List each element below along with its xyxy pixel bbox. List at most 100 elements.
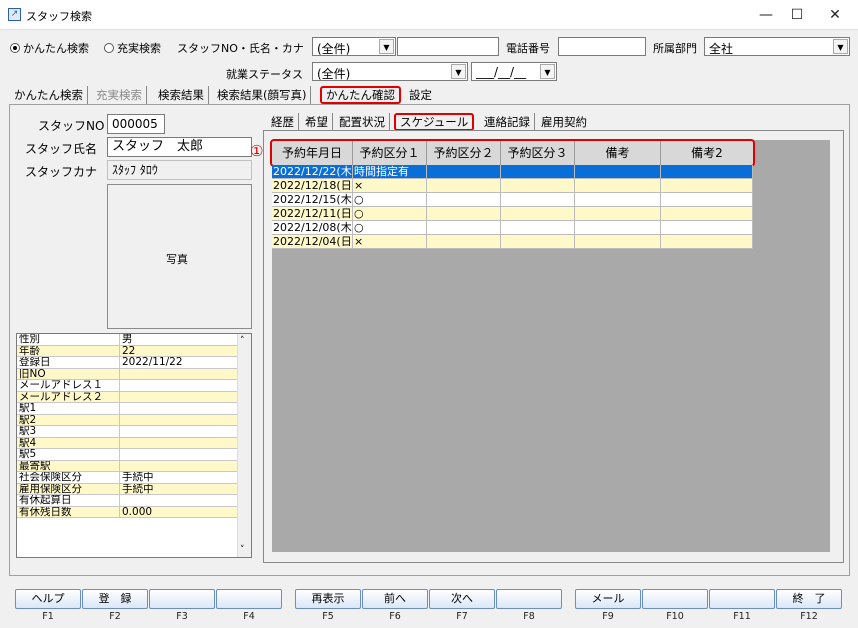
col-header-note2[interactable]: 備考2 [661, 141, 753, 165]
info-key: 駅2 [17, 414, 120, 425]
tab-preferences[interactable]: 希望 [301, 113, 333, 131]
date-combo[interactable]: ___/__/__ ▼ [471, 62, 557, 81]
status-label: 就業ステータス [226, 68, 303, 81]
schedule-cell[interactable]: 2022/12/15(木) [272, 193, 353, 207]
fkey-f2-button[interactable]: 登 録 [82, 589, 148, 609]
staff-search-input[interactable] [397, 37, 499, 56]
chevron-up-icon[interactable]: ˄ [240, 336, 245, 346]
col-header-date[interactable]: 予約年月日 [272, 141, 353, 165]
schedule-cell[interactable] [427, 193, 501, 207]
info-row: 駅1 [17, 403, 238, 415]
tab-quick-check[interactable]: かんたん確認 [320, 86, 401, 104]
tab-contact-log[interactable]: 連絡記録 [480, 113, 535, 131]
fkey-f12-button[interactable]: 終 了 [776, 589, 842, 609]
schedule-cell[interactable] [501, 179, 575, 193]
mode-simple-radio[interactable]: かんたん検索 [10, 40, 89, 56]
tab-full-search[interactable]: 充実検索 [92, 86, 147, 104]
schedule-cell[interactable] [427, 235, 501, 249]
schedule-cell[interactable] [661, 235, 753, 249]
fkey-f1-button[interactable]: ヘルプ [15, 589, 81, 609]
schedule-cell[interactable] [575, 235, 661, 249]
schedule-cell[interactable] [661, 207, 753, 221]
schedule-cell[interactable] [501, 207, 575, 221]
dept-label: 所属部門 [653, 42, 697, 55]
chevron-down-icon[interactable]: ▼ [833, 39, 848, 54]
fkey-f6-button[interactable]: 前へ [362, 589, 428, 609]
tab-employment-contract[interactable]: 雇用契約 [537, 113, 591, 131]
fkey-f3-button[interactable] [149, 589, 215, 609]
schedule-cell[interactable]: 2022/12/18(日) [272, 179, 353, 193]
fkey-f5-button[interactable]: 再表示 [295, 589, 361, 609]
schedule-cell[interactable] [501, 165, 575, 179]
fkey-f9-button[interactable]: メール [575, 589, 641, 609]
schedule-cell[interactable] [661, 221, 753, 235]
chevron-down-icon[interactable]: ˅ [240, 545, 245, 555]
schedule-row[interactable]: 2022/12/11(日) ○ [272, 207, 753, 221]
staff-no-value: 000005 [107, 114, 165, 134]
tab-search-results[interactable]: 検索結果 [154, 86, 209, 104]
schedule-cell[interactable] [501, 193, 575, 207]
col-header-type2[interactable]: 予約区分２ [427, 141, 501, 165]
schedule-cell[interactable] [661, 193, 753, 207]
col-header-type1[interactable]: 予約区分１ [353, 141, 427, 165]
tab-simple-search[interactable]: かんたん検索 [10, 86, 88, 104]
info-value [120, 426, 238, 437]
info-row: 駅4 [17, 437, 238, 449]
info-scrollbar[interactable]: ˄ ˅ [237, 334, 251, 557]
schedule-cell[interactable]: × [353, 235, 427, 249]
fkey-f11-button[interactable] [709, 589, 775, 609]
schedule-row[interactable]: 2022/12/18(日) × [272, 179, 753, 193]
schedule-cell[interactable] [661, 179, 753, 193]
tab-search-results-photo[interactable]: 検索結果(顔写真) [213, 86, 312, 104]
schedule-row[interactable]: 2022/12/22(木) 時間指定有 [272, 165, 753, 179]
schedule-cell[interactable]: 時間指定有 [353, 165, 427, 179]
schedule-cell[interactable]: ○ [353, 193, 427, 207]
schedule-cell[interactable] [575, 179, 661, 193]
schedule-cell[interactable]: 2022/12/22(木) [272, 165, 353, 179]
schedule-row[interactable]: 2022/12/04(日) × [272, 235, 753, 249]
schedule-cell[interactable]: 2022/12/04(日) [272, 235, 353, 249]
title-bar: ↗ スタッフ検索 — ☐ ✕ [0, 0, 858, 30]
schedule-cell[interactable] [427, 221, 501, 235]
schedule-cell[interactable] [575, 207, 661, 221]
schedule-cell[interactable]: × [353, 179, 427, 193]
chevron-down-icon[interactable]: ▼ [540, 64, 555, 79]
schedule-cell[interactable] [501, 235, 575, 249]
fkey-f4-button[interactable] [216, 589, 282, 609]
close-button[interactable]: ✕ [812, 0, 858, 30]
info-value: 22 [120, 345, 238, 356]
schedule-cell[interactable] [427, 165, 501, 179]
schedule-row[interactable]: 2022/12/08(木) ○ [272, 221, 753, 235]
schedule-cell[interactable]: ○ [353, 207, 427, 221]
schedule-cell[interactable]: 2022/12/11(日) [272, 207, 353, 221]
staff-search-label: スタッフNO・氏名・カナ [177, 42, 304, 55]
tab-career[interactable]: 経歴 [267, 113, 299, 131]
chevron-down-icon[interactable]: ▼ [451, 64, 466, 79]
schedule-cell[interactable]: 2022/12/08(木) [272, 221, 353, 235]
schedule-cell[interactable] [575, 193, 661, 207]
schedule-cell[interactable] [427, 207, 501, 221]
tab-schedule[interactable]: スケジュール [394, 113, 475, 131]
staff-combo[interactable]: (全件) ▼ [312, 37, 396, 56]
schedule-row[interactable]: 2022/12/15(木) ○ [272, 193, 753, 207]
dept-combo-value: 全社 [709, 42, 734, 56]
schedule-cell[interactable] [501, 221, 575, 235]
schedule-cell[interactable]: ○ [353, 221, 427, 235]
col-header-type3[interactable]: 予約区分３ [501, 141, 575, 165]
schedule-cell[interactable] [427, 179, 501, 193]
tab-placement[interactable]: 配置状況 [335, 113, 390, 131]
status-combo[interactable]: (全件) ▼ [312, 62, 468, 81]
phone-input[interactable] [558, 37, 646, 56]
info-key: メールアドレス２ [17, 391, 120, 402]
fkey-f8-button[interactable] [496, 589, 562, 609]
dept-combo[interactable]: 全社 ▼ [704, 37, 850, 56]
schedule-cell[interactable] [575, 165, 661, 179]
mode-full-radio[interactable]: 充実検索 [104, 40, 161, 56]
fkey-f7-button[interactable]: 次へ [429, 589, 495, 609]
schedule-cell[interactable] [575, 221, 661, 235]
tab-settings[interactable]: 設定 [405, 86, 436, 104]
schedule-cell[interactable] [661, 165, 753, 179]
col-header-note[interactable]: 備考 [575, 141, 661, 165]
chevron-down-icon[interactable]: ▼ [379, 39, 394, 54]
fkey-f10-button[interactable] [642, 589, 708, 609]
